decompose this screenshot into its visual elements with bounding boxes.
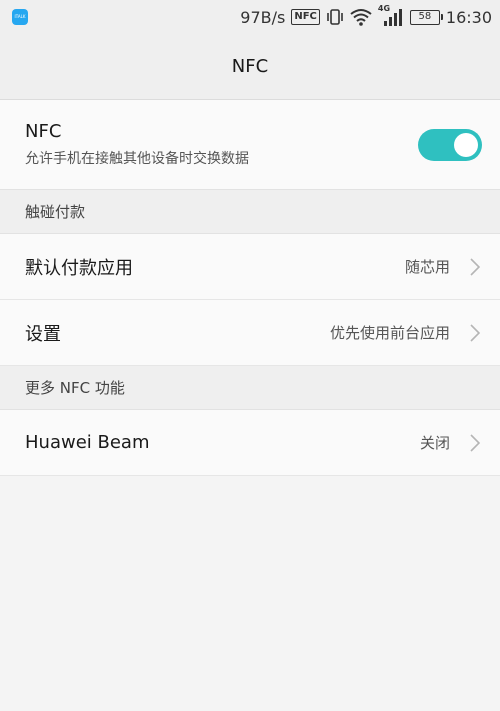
toggle-knob [454, 132, 478, 157]
clock: 16:30 [445, 7, 492, 27]
app-notification-icon: ITALK [12, 9, 28, 25]
cellular-signal-icon: 4G [378, 4, 404, 27]
row-value: 优先使用前台应用 [329, 324, 450, 342]
status-bar: ITALK 97B/s NFC 4G 58 16:30 [0, 0, 500, 34]
row-label: Huawei Beam [25, 432, 150, 453]
battery-icon: 58 [409, 9, 443, 25]
nfc-toggle-switch[interactable] [418, 128, 482, 161]
section-title: 触碰付款 [25, 203, 86, 221]
section-title: 更多 NFC 功能 [25, 379, 125, 397]
network-speed: 97B/s [240, 7, 286, 27]
chevron-right-icon [470, 257, 480, 276]
huawei-beam-row[interactable]: Huawei Beam 关闭 [0, 410, 500, 476]
nfc-subtitle: 允许手机在接触其他设备时交换数据 [25, 151, 249, 167]
row-right: 随芯用 [405, 256, 480, 277]
nfc-status-icon: NFC [291, 9, 320, 25]
status-left: ITALK [12, 9, 28, 25]
nfc-title: NFC [25, 121, 62, 142]
nfc-text: NFC 允许手机在接触其他设备时交换数据 [25, 121, 249, 168]
row-label: 默认付款应用 [25, 257, 133, 279]
page-header: NFC [0, 34, 500, 100]
row-label: 设置 [25, 323, 61, 345]
chevron-right-icon [470, 433, 480, 452]
row-value: 关闭 [419, 434, 450, 452]
default-payment-app-row[interactable]: 默认付款应用 随芯用 [0, 234, 500, 300]
nfc-toggle-row[interactable]: NFC 允许手机在接触其他设备时交换数据 [0, 100, 500, 190]
vibrate-icon [326, 8, 344, 26]
section-header-more-nfc: 更多 NFC 功能 [0, 366, 500, 410]
section-header-tap-to-pay: 触碰付款 [0, 190, 500, 234]
row-right: 优先使用前台应用 [330, 322, 480, 343]
row-value: 随芯用 [404, 258, 450, 276]
page-title: NFC [231, 56, 269, 77]
payment-settings-row[interactable]: 设置 优先使用前台应用 [0, 300, 500, 366]
row-right: 关闭 [420, 432, 480, 453]
wifi-icon [350, 8, 372, 26]
chevron-right-icon [470, 323, 480, 342]
status-right: 97B/s NFC 4G 58 16:30 [240, 4, 492, 27]
